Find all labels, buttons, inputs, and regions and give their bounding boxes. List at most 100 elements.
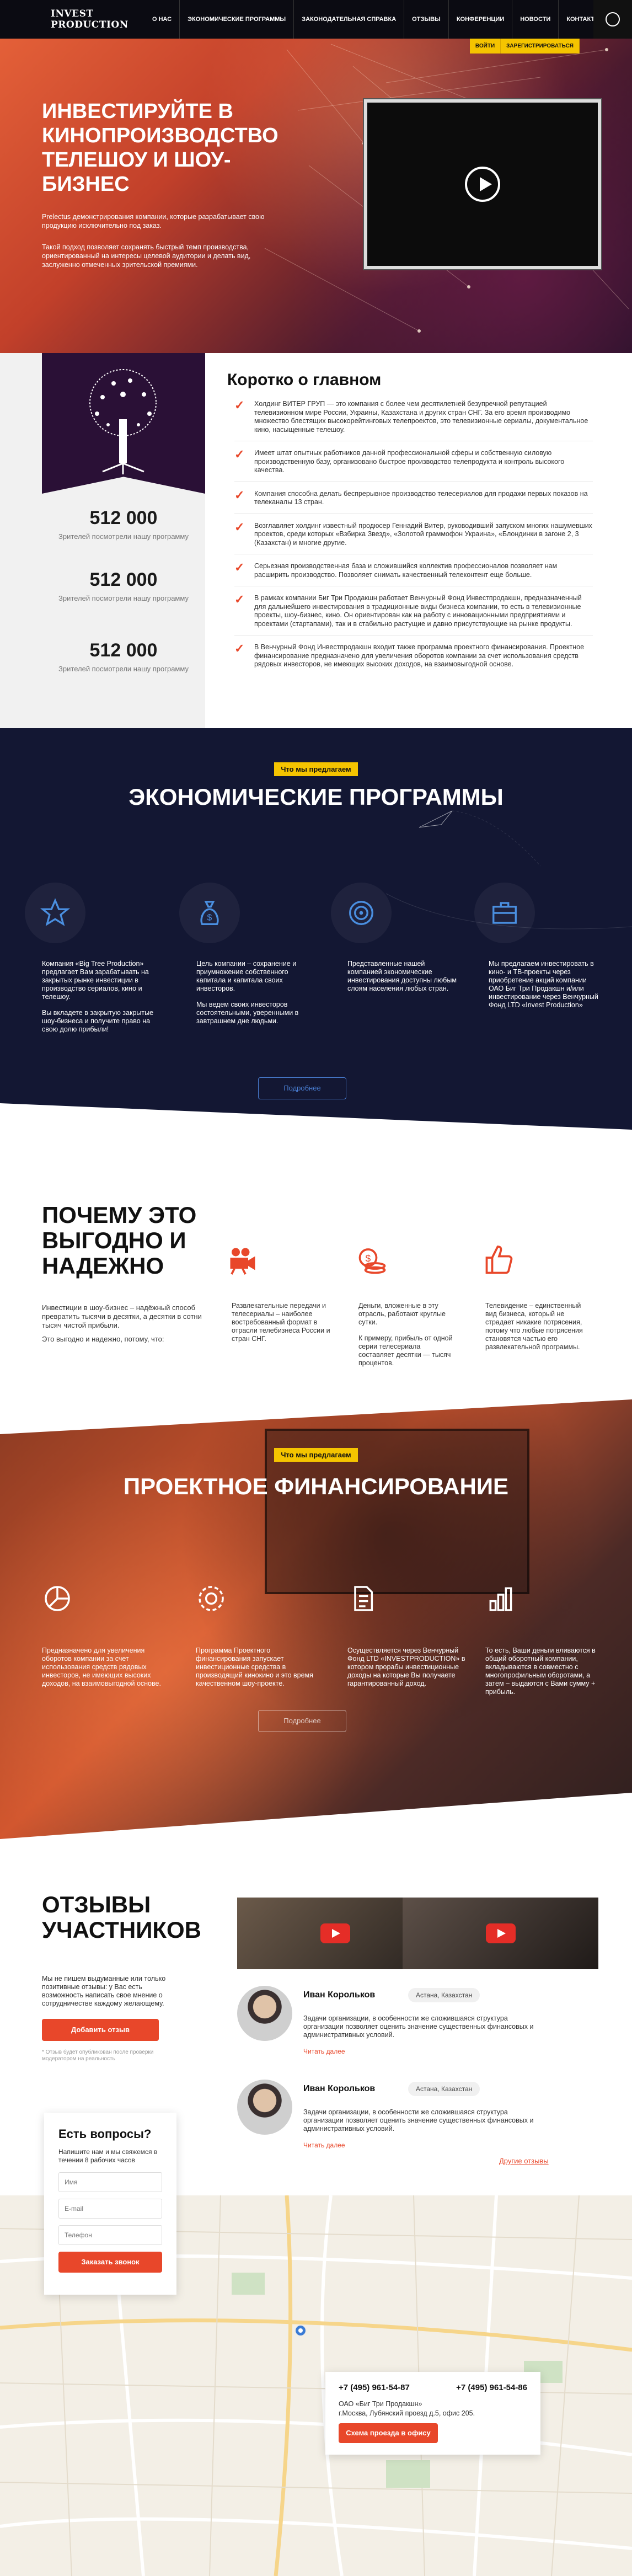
nav-item-about[interactable]: О НАС	[144, 0, 179, 39]
check-icon: ✓	[234, 447, 245, 461]
form-subtitle: Напишите нам и мы свяжемся в течении 8 р…	[58, 2148, 158, 2164]
econ-col-text: Представленные нашей компанией экономиче…	[347, 960, 457, 992]
econ-col-2: Цель компании – сохранение и приумножени…	[196, 960, 312, 1025]
pie-chart-icon	[42, 1583, 73, 1614]
list-item-text: Холдинг ВИТЕР ГРУП — это компания с боле…	[254, 400, 588, 434]
route-button[interactable]: Схема проезда в офису	[339, 2423, 438, 2443]
review-text: Задачи организации, в особенности же сло…	[303, 2014, 534, 2039]
econ-title: ЭКОНОМИЧЕСКИЕ ПРОГРАММЫ	[128, 784, 504, 810]
review-location: Астана, Казахстан	[408, 2082, 480, 2096]
money-bag-icon: $	[179, 883, 240, 943]
list-item-text: В рамках компании Биг Три Продакшн работ…	[254, 594, 582, 628]
gear-icon	[196, 1583, 227, 1614]
check-icon: ✓	[234, 520, 245, 534]
play-icon[interactable]	[465, 167, 500, 202]
user-button[interactable]	[593, 0, 632, 39]
phone-1[interactable]: +7 (495) 961-54-87	[339, 2383, 410, 2392]
svg-text:$: $	[366, 1253, 371, 1264]
hero-paragraph-1: Prelectus демонстрирования компании, кот…	[42, 213, 265, 229]
list-item: ✓ Серьезная производственная база и сложи…	[234, 562, 593, 586]
list-item: ✓ Имеет штат опытных работников данной пр…	[234, 447, 593, 482]
company-name: ОАО «Биг Три Продакшн»	[339, 2400, 422, 2408]
list-item: ✓ Холдинг ВИТЕР ГРУП — это компания с бол…	[234, 398, 593, 441]
nav-item-reviews[interactable]: ОТЗЫВЫ	[404, 0, 448, 39]
nav-item-law[interactable]: ЗАКОНОДАТЕЛЬНАЯ СПРАВКА	[293, 0, 404, 39]
name-field[interactable]	[58, 2172, 162, 2192]
check-icon: ✓	[234, 560, 245, 574]
reviews-description: Мы не пишем выдуманные или только позити…	[42, 1975, 166, 2007]
project-more-button[interactable]: Подробнее	[258, 1710, 346, 1732]
econ-badge-wrap: Что мы предлагаем	[0, 762, 632, 776]
project-col-1: Предназначено для увеличения оборотов ко…	[42, 1647, 161, 1687]
why-col-text: Развлекательные передачи и телесериалы –…	[232, 1302, 330, 1343]
reviews-title: ОТЗЫВЫ УЧАСТНИКОВ	[42, 1891, 202, 1943]
more-reviews-link[interactable]: Другие отзывы	[499, 2157, 549, 2165]
stat-1: 512 000 Зрителей посмотрели нашу програм…	[42, 507, 205, 541]
add-review-button[interactable]: Добавить отзыв	[42, 2019, 159, 2041]
list-item-text: Компания способна делать беспрерывное пр…	[254, 489, 588, 506]
briefcase-icon	[474, 883, 535, 943]
stat-caption: Зрителей посмотрели нашу программу	[58, 594, 189, 602]
nav-item-news[interactable]: НОВОСТИ	[512, 0, 558, 39]
login-button[interactable]: ВОЙТИ	[469, 39, 501, 54]
camera-icon	[223, 1241, 262, 1280]
why-paragraph-2: Это выгодно и надежно, потому, что:	[42, 1335, 164, 1343]
register-button[interactable]: ЗАРЕГИСТРИРОВАТЬСЯ	[501, 39, 580, 54]
auth-buttons: ВОЙТИ ЗАРЕГИСТРИРОВАТЬСЯ	[469, 39, 580, 54]
why-section: ПОЧЕМУ ЭТО ВЫГОДНО И НАДЕЖНО Инвестиции …	[0, 1147, 632, 1401]
stat-3: 512 000 Зрителей посмотрели нашу програм…	[42, 640, 205, 674]
order-call-button[interactable]: Заказать звонок	[58, 2252, 162, 2273]
about-title: Коротко о главном	[227, 371, 382, 389]
review-location: Астана, Казахстан	[408, 1988, 480, 2002]
list-item-text: Серьезная производственная база и сложив…	[254, 562, 558, 579]
econ-col-text: Вы вкладете в закрытую закрытые шоу-бизн…	[42, 1009, 154, 1033]
why-title: ПОЧЕМУ ЭТО ВЫГОДНО И НАДЕЖНО	[42, 1202, 197, 1279]
review-read-more-link[interactable]: Читать далее	[303, 2048, 345, 2055]
econ-more-button[interactable]: Подробнее	[258, 1077, 346, 1099]
hero-video-player[interactable]	[364, 99, 601, 269]
review-item: Иван Корольков Астана, Казахстан Задачи …	[237, 2080, 601, 2151]
why-col-text: К примеру, прибыль от одной серии телесе…	[358, 1334, 453, 1367]
list-item: ✓ В рамках компании Биг Три Продакшн рабо…	[234, 594, 593, 635]
main-nav: О НАС ЭКОНОМИЧЕСКИЕ ПРОГРАММЫ ЗАКОНОДАТЕ…	[144, 0, 608, 39]
project-badge: Что мы предлагаем	[274, 1448, 358, 1462]
bar-chart-icon	[485, 1583, 516, 1614]
contact-form: Есть вопросы? Напишите нам и мы свяжемся…	[44, 2113, 176, 2295]
review-video-2[interactable]	[403, 1898, 598, 1969]
youtube-play-icon[interactable]	[485, 1923, 516, 1943]
why-col-text: Телевидение – единственный вид бизнеса, …	[485, 1302, 583, 1351]
stat-caption: Зрителей посмотрели нашу программу	[58, 665, 189, 673]
logo[interactable]: INVEST PRODUCTION	[51, 8, 133, 30]
hero-paragraph-2: Такой подход позволяет сохранять быстрый…	[42, 243, 251, 269]
review-item: Иван Корольков Астана, Казахстан Задачи …	[237, 1986, 601, 2057]
econ-badge: Что мы предлагаем	[274, 762, 358, 776]
phone-field[interactable]	[58, 2225, 162, 2245]
list-item-text: В Венчурный Фонд Инвестпродакшн входит т…	[254, 643, 585, 668]
youtube-play-icon[interactable]	[320, 1923, 350, 1943]
email-field[interactable]	[58, 2199, 162, 2219]
econ-col-text: Компания «Big Tree Production» предлагае…	[42, 960, 149, 1001]
econ-col-text: Мы предлагаем инвестировать в кино- и ТВ…	[489, 960, 598, 1009]
stat-caption: Зрителей посмотрели нашу программу	[58, 532, 189, 541]
why-col-1: Развлекательные передачи и телесериалы –…	[232, 1302, 331, 1343]
list-item: ✓ Возглавляет холдинг известный продюсер …	[234, 520, 593, 554]
tree-logo	[42, 353, 205, 494]
nav-item-econ[interactable]: ЭКОНОМИЧЕСКИЕ ПРОГРАММЫ	[179, 0, 293, 39]
check-icon: ✓	[234, 398, 245, 412]
project-badge-wrap: Что мы предлагаем	[0, 1448, 632, 1462]
project-col-2: Программа Проектного финансирования запу…	[196, 1647, 313, 1687]
star-icon	[25, 883, 85, 943]
user-icon	[606, 12, 620, 26]
hero-title: ИНВЕСТИРУЙТЕ В КИНОПРОИЗВОДСТВО ТЕЛЕШОУ …	[42, 100, 278, 196]
econ-col-4: Мы предлагаем инвестировать в кино- и ТВ…	[489, 960, 599, 1009]
why-col-text: Деньги, вложенные в эту отрасль, работаю…	[358, 1302, 446, 1326]
nav-item-conferences[interactable]: КОНФЕРЕНЦИИ	[448, 0, 512, 39]
review-read-more-link[interactable]: Читать далее	[303, 2141, 345, 2149]
review-author: Иван Корольков	[303, 1990, 376, 2000]
phone-2[interactable]: +7 (495) 961-54-86	[456, 2383, 527, 2392]
thumbs-up-icon	[480, 1241, 518, 1280]
form-title: Есть вопросы?	[58, 2127, 152, 2141]
avatar	[237, 1986, 292, 2041]
tree-icon	[89, 369, 157, 474]
why-col-2: Деньги, вложенные в эту отрасль, работаю…	[358, 1302, 458, 1367]
